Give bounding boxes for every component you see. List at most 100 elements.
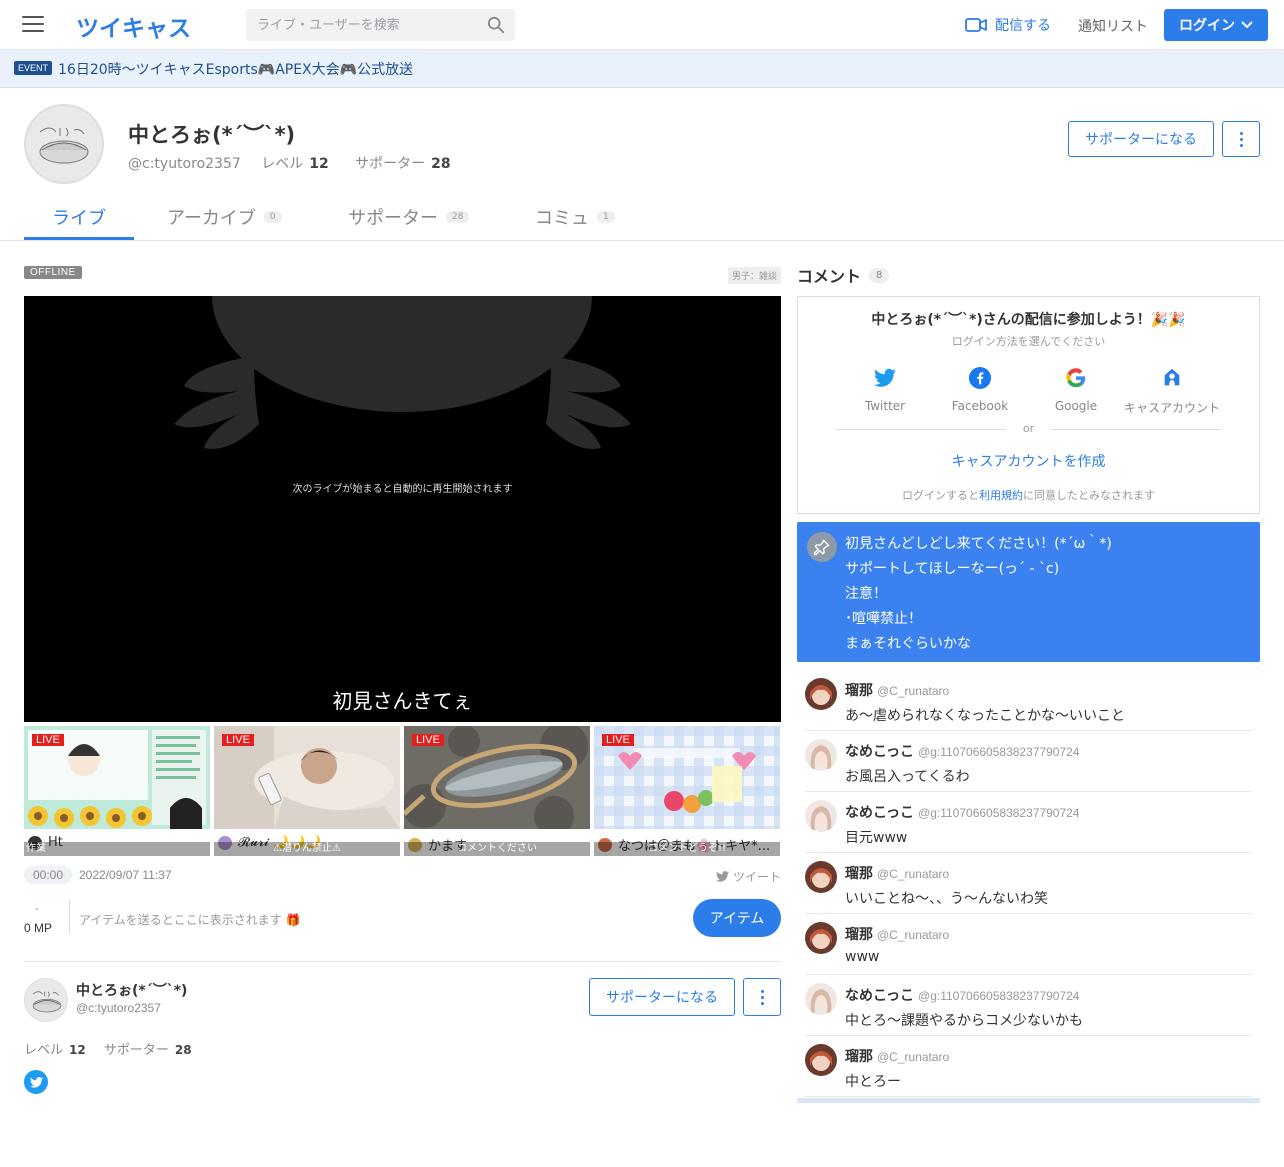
comment-item: 瑠那 @C_runataro 中とろー — [805, 1036, 1252, 1097]
send-item-button[interactable]: アイテム — [693, 899, 781, 937]
comment-item: なめこっこ @g:110706605838237790724 目元www — [805, 792, 1252, 853]
tweet-link[interactable]: ツイート — [716, 868, 781, 885]
twitter-icon[interactable] — [24, 1070, 48, 1094]
comment-text: 中とろー — [845, 1074, 901, 1090]
login-twitter-button[interactable]: Twitter — [837, 367, 933, 413]
player-message: 次のライブが始まると自動的に再生開始されます — [292, 484, 513, 495]
event-link[interactable]: 16日20時〜ツイキャスEsports🎮APEX大会🎮公式放送 — [58, 59, 413, 79]
recommended-live-card[interactable]: LIVE コメントどうぞ!! なつは＠まも🌸トキヤ*... — [594, 726, 780, 856]
become-supporter-button[interactable]: サポーターになる — [589, 978, 735, 1016]
profile-tabs: ライブ アーカイブ 0 サポーター 28 コミュ 1 — [0, 192, 1284, 241]
owner-meta: レベル 12 サポーター 28 — [24, 1039, 206, 1058]
terms-link[interactable]: 利用規約 — [979, 489, 1023, 502]
or-separator: or — [836, 422, 1221, 436]
tab-community[interactable]: コミュ 1 — [535, 204, 615, 230]
comment-item: 瑠那 @C_runataro あ〜虐められなくなったことかな〜いいこと — [805, 670, 1252, 731]
more-options-button[interactable] — [743, 978, 781, 1016]
create-cas-account-link[interactable]: キャスアカウントを作成 — [798, 451, 1259, 471]
elapsed-time: 00:00 — [24, 866, 73, 884]
pinned-line: ･喧嘩禁止！ — [845, 611, 922, 627]
commenter-avatar[interactable] — [805, 1044, 837, 1076]
comments-title: コメント — [797, 267, 862, 286]
terms-prefix: ログインすると — [902, 489, 979, 502]
commenter-avatar[interactable] — [805, 800, 837, 832]
thumbnail-caption: コメントどうぞ!! — [594, 842, 780, 856]
owner-avatar[interactable] — [24, 978, 68, 1022]
comments-count: 8 — [869, 267, 890, 283]
pin-icon — [807, 532, 837, 562]
owner-name[interactable]: 中とろぉ(*´︶`*) — [76, 980, 187, 1000]
supporter-label: サポーター — [355, 156, 426, 172]
tab-live[interactable]: ライブ — [52, 204, 106, 230]
broadcast-label: 配信する — [995, 18, 1051, 34]
live-badge: LIVE — [412, 734, 444, 746]
login-prompt-subtitle: ログイン方法を選んでください — [951, 335, 1106, 348]
facebook-icon — [969, 367, 991, 389]
supporter-count[interactable]: 28 — [431, 156, 450, 172]
recommended-live-card[interactable]: LIVE コメントください かます — [404, 726, 590, 856]
more-options-button[interactable] — [1222, 121, 1260, 157]
comment-item: 瑠那 @C_runataro いいことね〜、、う〜んないわ笑 — [805, 853, 1252, 914]
login-cas-account-button[interactable]: キャスアカウント — [1124, 367, 1220, 416]
pinned-line: まぁそれぐらいかな — [845, 636, 971, 652]
commenter-name: 瑠那 @C_runataro — [845, 1049, 950, 1065]
commenter-avatar[interactable] — [805, 983, 837, 1015]
comment-login-box: 中とろぉ(*´︶`*)さんの配信に参加しよう！🎉🎉 ログイン方法を選んでください… — [797, 296, 1260, 514]
genre-tag[interactable]: 男子：雑談 — [728, 267, 782, 284]
login-prompt-title: 中とろぉ(*´︶`*)さんの配信に参加しよう！🎉🎉 — [871, 312, 1186, 328]
commenter-avatar[interactable] — [805, 678, 837, 710]
comment-item: 瑠那 @C_runataro www — [805, 914, 1252, 975]
comment-text: www — [845, 949, 880, 965]
level-value: 12 — [69, 1043, 86, 1057]
site-logo[interactable]: ツイキャス — [76, 9, 191, 43]
video-camera-icon — [965, 18, 987, 32]
pinned-line: サポートしてほしーなー(っ´ - `c) — [845, 561, 1060, 577]
thumbnail-caption: ⚠潜りん禁止⚠ — [214, 842, 400, 856]
comment-list[interactable]: 瑠那 @C_runataro あ〜虐められなくなったことかな〜いいこと なめこっこ… — [797, 670, 1260, 1102]
live-badge: LIVE — [32, 734, 64, 746]
offline-character-illustration — [174, 296, 631, 449]
commenter-avatar[interactable] — [805, 922, 837, 954]
avatar-drawing — [26, 106, 102, 182]
commenter-name: なめこっこ @g:110706605838237790724 — [845, 805, 1080, 821]
commenter-avatar[interactable] — [805, 861, 837, 893]
twitter-bird-icon — [716, 871, 729, 882]
profile-name: 中とろぉ(*´︶`*) — [128, 123, 296, 147]
recommended-live-card[interactable]: LIVE ⚠潜りん禁止⚠ 𝓡𝓾𝓻𝓲 🌙🌙🌙 — [214, 726, 400, 856]
chevron-down-icon — [1241, 21, 1253, 29]
broadcast-link[interactable]: 配信する — [965, 15, 1051, 35]
recommended-live-card[interactable]: LIVE 作業 Ht — [24, 726, 210, 856]
menu-icon[interactable] — [22, 16, 44, 34]
pinned-line: 初見さんどしどし来てください！(*´ω｀*) — [845, 536, 1112, 552]
search-icon[interactable] — [487, 16, 505, 34]
commenter-name: 瑠那 @C_runataro — [845, 927, 950, 943]
level-label: レベル — [24, 1043, 64, 1058]
commenter-id: @C_runataro — [877, 928, 950, 942]
supporter-label: サポーター — [103, 1043, 169, 1058]
comment-item: なめこっこ @g:110706605838237790724 お風呂入ってくるわ — [805, 731, 1252, 792]
comment-text: あ〜虐められなくなったことかな〜いいこと — [845, 708, 1125, 724]
become-supporter-button[interactable]: サポーターになる — [1068, 121, 1214, 157]
notification-list-link[interactable]: 通知リスト — [1078, 16, 1148, 36]
login-label: ログイン — [1179, 18, 1235, 34]
tab-supporter[interactable]: サポーター 28 — [348, 204, 470, 230]
commenter-name: なめこっこ @g:110706605838237790724 — [845, 744, 1080, 760]
profile-user-id[interactable]: @c:tyutoro2357 — [128, 156, 241, 172]
sso-label: キャスアカウント — [1124, 401, 1221, 415]
more-vertical-icon — [1223, 122, 1259, 156]
video-player[interactable]: 次のライブが始まると自動的に再生開始されます 初見さんきてぇ — [24, 296, 781, 722]
login-facebook-button[interactable]: Facebook — [932, 367, 1028, 413]
tab-archive[interactable]: アーカイブ 0 — [167, 204, 282, 230]
login-google-button[interactable]: Google — [1028, 367, 1124, 413]
thumbnail-caption: コメントください — [404, 842, 590, 856]
cas-account-icon — [1164, 368, 1180, 386]
login-button[interactable]: ログイン — [1164, 9, 1268, 41]
supporter-count[interactable]: 28 — [175, 1043, 192, 1057]
commenter-avatar[interactable] — [805, 739, 837, 771]
commenter-id: @g:110706605838237790724 — [918, 989, 1080, 1003]
commenter-id: @C_runataro — [877, 867, 950, 881]
item-message: アイテムを送るとここに表示されます 🎁 — [79, 913, 301, 927]
pinned-text: 初見さんどしどし来てください！(*´ω｀*) サポートしてほしーなー(っ´ - … — [845, 532, 1112, 657]
comment-text: 目元www — [845, 830, 908, 846]
search-input[interactable] — [246, 9, 476, 41]
